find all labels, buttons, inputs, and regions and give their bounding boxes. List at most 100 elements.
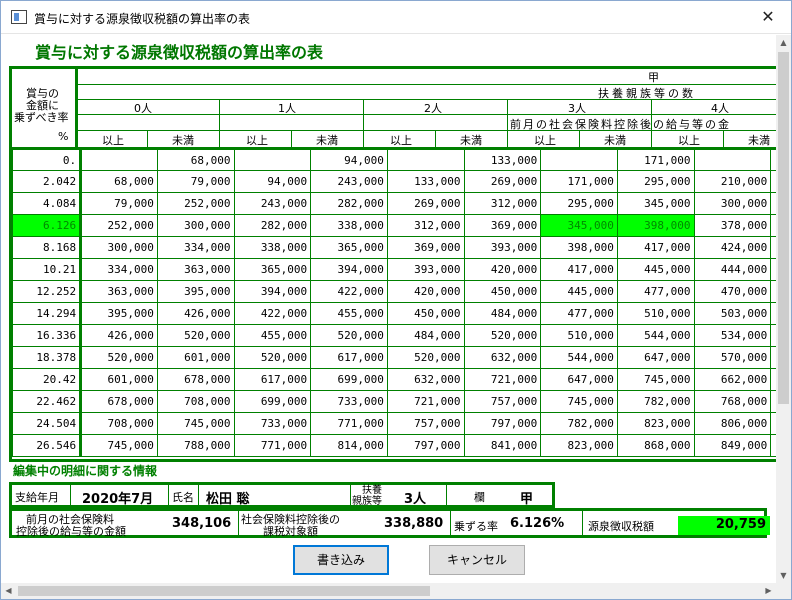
amount-cell: 300,000: [80, 236, 158, 259]
amount-cell: 484,000: [386, 324, 465, 347]
amount-cell: 708,000: [156, 390, 235, 413]
scroll-right-icon[interactable]: ▶: [761, 583, 776, 599]
amount-cell: 841,000: [463, 434, 542, 457]
amount-cell: 797,000: [463, 412, 542, 435]
amount-cell: 426,000: [80, 324, 158, 347]
amount-cell: 445,000: [616, 258, 695, 281]
amount-cell: 334,000: [156, 236, 235, 259]
amount-cell: 721,000: [386, 390, 465, 413]
amount-cell: 94,000: [310, 147, 388, 171]
column-label: 欄: [474, 491, 485, 504]
amount-cell: 699,000: [233, 390, 312, 413]
rate-table[interactable]: 甲 扶養親族等の数 賞与の 金額に 乗ずべき率 % 0人 1人 2人 3人 4人…: [9, 66, 776, 462]
amount-cell: 424,000: [693, 236, 772, 259]
amount-cell: 632,000: [463, 346, 542, 369]
table-row[interactable]: 0.68,00094,000133,000171,000210,00: [12, 147, 776, 171]
dependents-value: 3人: [404, 492, 427, 507]
amount-cell: 470,000: [693, 280, 772, 303]
amount-cell: 520,000: [310, 324, 388, 347]
amount-cell: 745,000: [80, 434, 158, 457]
amount-cell: 721,000: [463, 368, 542, 391]
amount-cell: 444,000: [693, 258, 772, 281]
amount-cell: 133,000: [386, 170, 465, 193]
pay-month-label: 支給年月: [15, 491, 59, 504]
amount-cell: 378,000: [693, 214, 772, 237]
amount-cell: 544,000: [540, 346, 618, 369]
table-row[interactable]: 8.168 300,000 334,000 338,000 365,000 369,000…: [12, 236, 776, 259]
dependents-label-line2: 親族等: [352, 496, 382, 507]
amount-cell: 338,000: [310, 214, 388, 237]
amount-cell: 369,000: [463, 214, 542, 237]
amount-cell: 733,000: [233, 412, 312, 435]
tax-value: 20,759: [715, 517, 766, 532]
amount-cell: 345,000: [540, 214, 618, 237]
scroll-down-icon[interactable]: ▼: [776, 568, 791, 583]
amount-cell: 295,000: [616, 170, 695, 193]
amount-cell: 422,000: [233, 302, 312, 325]
rate-cell: 14.294: [12, 302, 83, 325]
table-row[interactable]: 26.546 745,000 788,000 771,000 814,000 797,00…: [12, 434, 776, 457]
table-header: 甲 扶養親族等の数 賞与の 金額に 乗ずべき率 % 0人 1人 2人 3人 4人…: [12, 69, 776, 147]
amount-cell: 477,000: [616, 280, 695, 303]
table-row[interactable]: 24.504 708,000 745,000 733,000 771,000 757,00…: [12, 412, 776, 435]
amount-cell: 534,000: [693, 324, 772, 347]
rate-cell: 10.21: [12, 258, 83, 281]
table-row[interactable]: 12.252 363,000 395,000 394,000 422,000 420,00…: [12, 280, 776, 303]
table-row[interactable]: 2.042 68,000 79,000 94,000 243,000 133,000 269…: [12, 170, 776, 193]
amount-cell: 733,000: [310, 390, 388, 413]
amount-cell: 510,000: [540, 324, 618, 347]
rate-cell: 0.: [12, 147, 83, 171]
amount-cell: 210,000: [693, 170, 772, 193]
amount-cell: 300,000: [156, 214, 235, 237]
amount-cell: 420,000: [463, 258, 542, 281]
header-above-0: 以上: [102, 134, 124, 147]
table-row[interactable]: 6.126 252,000 300,000 282,000 338,000 312,000…: [12, 214, 776, 237]
rate-label: 乗ずる率: [454, 520, 498, 533]
app-window: 賞与に対する源泉徴収税額の算出率の表 ✕ 賞与に対する源泉徴収税額の算出率の表 …: [0, 0, 792, 600]
rate-value: 6.126%: [510, 516, 565, 531]
amount-cell: [540, 147, 618, 171]
amount-cell: 243,000: [233, 192, 312, 215]
amount-cell: 171,000: [616, 147, 695, 171]
table-row[interactable]: 14.294 395,000 426,000 422,000 455,000 450,00…: [12, 302, 776, 325]
table-row[interactable]: 20.42 601,000 678,000 617,000 699,000 632,000…: [12, 368, 776, 391]
amount-cell: 369,000: [386, 236, 465, 259]
amount-cell: 849,000: [693, 434, 772, 457]
cancel-button[interactable]: キャンセル: [429, 545, 525, 575]
rate-cell: 12.252: [12, 280, 83, 303]
horizontal-scrollbar[interactable]: ◀ ▶: [1, 583, 776, 599]
amount-cell: 365,000: [233, 258, 312, 281]
header-kou: 甲: [648, 71, 659, 84]
rate-table-body: 0.68,00094,000133,000171,000210,002.0426…: [12, 147, 776, 457]
scroll-left-icon[interactable]: ◀: [1, 583, 16, 599]
title-bar[interactable]: 賞与に対する源泉徴収税額の算出率の表 ✕: [1, 1, 791, 34]
scroll-up-icon[interactable]: ▲: [776, 35, 791, 50]
vertical-scroll-thumb[interactable]: [778, 52, 789, 404]
write-button[interactable]: 書き込み: [293, 545, 389, 575]
amount-cell: [693, 147, 772, 171]
amount-cell: 771,000: [310, 412, 388, 435]
amount-cell: 252,000: [156, 192, 235, 215]
table-row[interactable]: 18.378 520,000 601,000 520,000 617,000 520,00…: [12, 346, 776, 369]
amount-cell: 398,000: [616, 214, 695, 237]
table-row[interactable]: 16.336 426,000 520,000 455,000 520,000 484,00…: [12, 324, 776, 347]
table-row[interactable]: 10.21 334,000 363,000 365,000 394,000 393,000…: [12, 258, 776, 281]
amount-cell: 426,000: [156, 302, 235, 325]
close-button[interactable]: ✕: [745, 1, 791, 33]
amount-cell: 282,000: [310, 192, 388, 215]
amount-cell: 68,000: [80, 170, 158, 193]
rate-cell: 22.462: [12, 390, 83, 413]
amount-cell: 544,000: [616, 324, 695, 347]
amount-cell: 647,000: [616, 346, 695, 369]
rate-cell: 24.504: [12, 412, 83, 435]
header-rate-line3: 乗ずべき率: [14, 111, 69, 124]
amount-cell: 455,000: [233, 324, 312, 347]
horizontal-scroll-thumb[interactable]: [18, 586, 430, 596]
vertical-scrollbar[interactable]: ▲ ▼: [776, 35, 791, 583]
column-value: 甲: [520, 492, 534, 507]
amount-cell: 520,000: [463, 324, 542, 347]
table-row[interactable]: 4.084 79,000 252,000 243,000 282,000 269,000 3…: [12, 192, 776, 215]
header-below-4: 未満: [748, 134, 770, 147]
pay-month-value: 2020年7月: [82, 492, 154, 507]
table-row[interactable]: 22.462 678,000 708,000 699,000 733,000 721,00…: [12, 390, 776, 413]
